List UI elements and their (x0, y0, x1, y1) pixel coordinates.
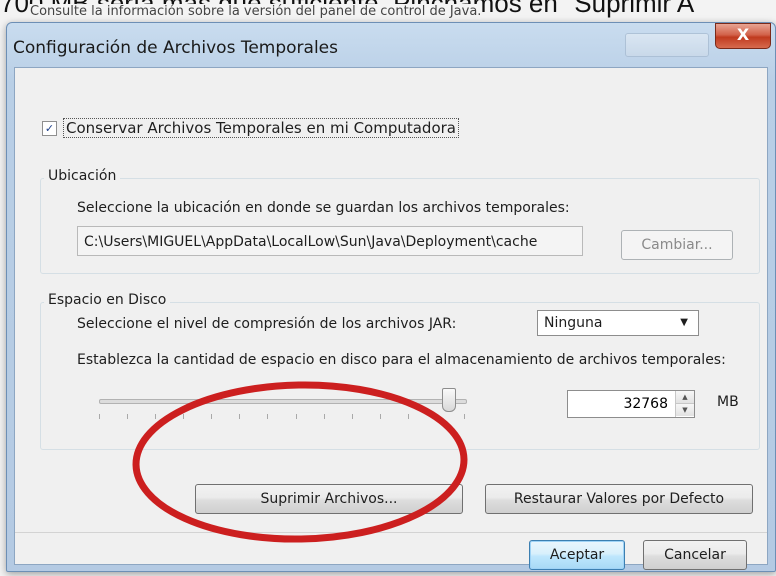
slider-tick (296, 414, 297, 419)
window-title: Configuración de Archivos Temporales (13, 38, 338, 58)
slider-tick (436, 414, 437, 419)
checkmark-icon: ✓ (44, 121, 55, 135)
change-location-button[interactable]: Cambiar... (621, 230, 733, 260)
slider-tick (239, 414, 240, 419)
compression-label: Seleccione el nivel de compresión de los… (77, 316, 457, 332)
space-label: Establezca la cantidad de espacio en dis… (77, 352, 726, 368)
dialog-content: ✓ Conservar Archivos Temporales en mi Co… (14, 67, 768, 570)
spin-up-icon[interactable]: ▲ (676, 391, 694, 404)
compression-select[interactable]: Ninguna ▼ (537, 310, 699, 336)
slider-tick (380, 414, 381, 419)
location-legend: Ubicación (44, 168, 121, 184)
restore-defaults-button[interactable]: Restaurar Valores por Defecto (485, 484, 753, 514)
keep-temp-files-label[interactable]: Conservar Archivos Temporales en mi Comp… (63, 118, 459, 138)
space-stepper[interactable]: ▲ ▼ (567, 390, 695, 418)
slider-tick (155, 414, 156, 419)
location-description: Seleccione la ubicación en donde se guar… (77, 200, 570, 216)
delete-files-button[interactable]: Suprimir Archivos... (195, 484, 463, 514)
space-slider-track[interactable] (99, 399, 467, 404)
chevron-down-icon: ▼ (680, 317, 688, 328)
background-window-button (625, 33, 709, 57)
slider-tick (267, 414, 268, 419)
slider-tick (127, 414, 128, 419)
footer-separator (15, 532, 767, 533)
slider-tick (211, 414, 212, 419)
spin-buttons: ▲ ▼ (675, 391, 694, 417)
slider-tick (408, 414, 409, 419)
compression-select-value: Ninguna (544, 315, 603, 331)
keep-temp-files-row[interactable]: ✓ Conservar Archivos Temporales en mi Co… (42, 118, 459, 138)
slider-tick (352, 414, 353, 419)
space-input[interactable] (568, 391, 672, 417)
slider-tick (464, 414, 465, 419)
spin-down-icon[interactable]: ▼ (676, 404, 694, 416)
cancel-button[interactable]: Cancelar (643, 540, 747, 570)
space-slider-ticks (99, 414, 465, 420)
slider-tick (99, 414, 100, 419)
close-icon: X (736, 25, 750, 44)
slider-tick (183, 414, 184, 419)
close-button[interactable]: X (715, 23, 771, 49)
keep-temp-files-checkbox[interactable]: ✓ (42, 120, 57, 136)
dialog-window: Configuración de Archivos Temporales X ✓… (6, 22, 776, 572)
disk-space-legend: Espacio en Disco (44, 292, 171, 308)
space-unit: MB (717, 394, 739, 410)
cache-path-field[interactable]: C:\Users\MIGUEL\AppData\LocalLow\Sun\Jav… (77, 226, 583, 256)
title-bar[interactable]: Configuración de Archivos Temporales X (7, 23, 775, 67)
slider-tick (324, 414, 325, 419)
space-slider-thumb[interactable] (442, 388, 456, 412)
accept-button[interactable]: Aceptar (529, 540, 625, 570)
background-article-line: Consulte la información sobre la versión… (30, 4, 482, 19)
